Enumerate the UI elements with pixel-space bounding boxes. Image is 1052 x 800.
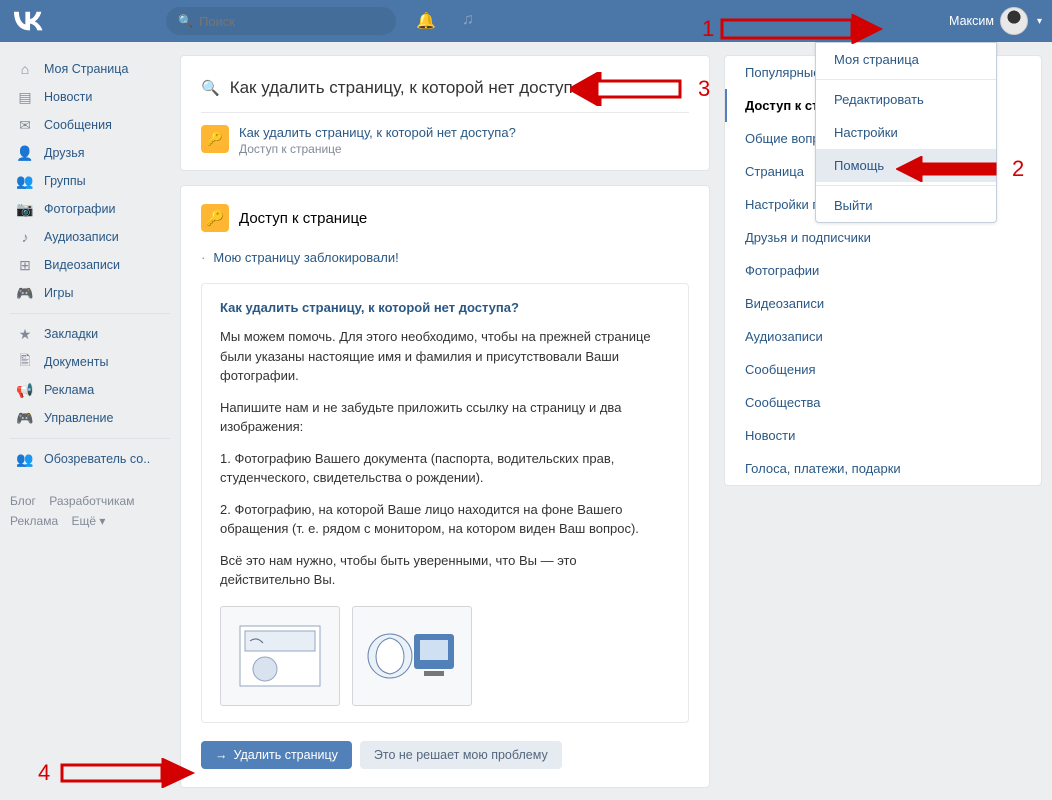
arrow-right-icon: → [215,748,228,762]
user-menu-trigger[interactable]: Максим ▾ [949,7,1042,35]
nav-messages[interactable]: ✉Сообщения [10,111,170,139]
user-dropdown: Моя страница Редактировать Настройки Пом… [815,42,997,223]
tab-groups[interactable]: Сообщества [725,386,1041,419]
footer-blog[interactable]: Блог [10,494,36,508]
annotation-4: 4 [38,758,196,788]
home-icon: ⌂ [16,61,34,77]
annotation-2: 2 [896,156,1024,182]
header-icons: 🔔 ♫ [416,11,474,31]
docs-icon: 🖺 [16,350,34,374]
photos-icon: 📷 [16,201,34,218]
nav-docs[interactable]: 🖺Документы [10,348,170,376]
dd-my-page[interactable]: Моя страница [816,43,996,76]
nav-video[interactable]: ⊞Видеозаписи [10,251,170,279]
result-title: Как удалить страницу, к которой нет дост… [239,125,516,140]
nav-ads[interactable]: 📢Реклама [10,376,170,404]
music-icon[interactable]: ♫ [462,11,474,31]
nav-browser[interactable]: 👥Обозреватель со.. [10,445,170,473]
news-icon: ▤ [16,89,34,106]
games-icon: 🎮 [16,285,34,302]
ads-icon: 📢 [16,382,34,399]
dd-settings[interactable]: Настройки [816,116,996,149]
search-icon: 🔍 [178,14,193,28]
search-result[interactable]: 🔑 Как удалить страницу, к которой нет до… [201,113,689,170]
annotation-3: 3 [570,72,710,106]
bell-icon[interactable]: 🔔 [416,11,436,31]
username-label: Максим [949,14,994,28]
nav-friends[interactable]: 👤Друзья [10,139,170,167]
tab-friends[interactable]: Друзья и подписчики [725,221,1041,254]
bookmark-icon: ★ [16,326,34,343]
header-search-input[interactable] [199,14,375,29]
nav-news[interactable]: ▤Новости [10,83,170,111]
top-header: 🔍 🔔 ♫ Максим ▾ [0,0,1052,42]
result-sub: Доступ к странице [239,142,516,156]
footer-more[interactable]: Ещё ▾ [71,514,105,528]
header-search[interactable]: 🔍 [166,7,396,35]
dd-logout[interactable]: Выйти [816,189,996,222]
messages-icon: ✉ [16,117,34,134]
audio-icon: ♪ [16,229,34,245]
content-heading: 🔑 Доступ к странице [201,204,689,232]
friends-icon: 👤 [16,145,34,162]
tab-messages[interactable]: Сообщения [725,353,1041,386]
not-solved-button[interactable]: Это не решает мою проблему [360,741,562,769]
footer-links: Блог Разработчикам Реклама Ещё ▾ [10,491,170,531]
sample-image-selfie [352,606,472,706]
nav-photos[interactable]: 📷Фотографии [10,195,170,223]
tab-payments[interactable]: Голоса, платежи, подарки [725,452,1041,485]
caret-icon: ▾ [1037,16,1042,27]
nav-games[interactable]: 🎮Игры [10,279,170,307]
article: Как удалить страницу, к которой нет дост… [201,283,689,723]
nav-groups[interactable]: 👥Группы [10,167,170,195]
dd-edit[interactable]: Редактировать [816,83,996,116]
nav-my-page[interactable]: ⌂Моя Страница [10,55,170,83]
annotation-1: 1 [702,14,884,44]
nav-audio[interactable]: ♪Аудиозаписи [10,223,170,251]
content-card: 🔑 Доступ к странице ·Мою страницу заблок… [180,185,710,788]
video-icon: ⊞ [16,257,34,274]
people-icon: 👥 [16,451,34,468]
footer-ads[interactable]: Реклама [10,514,58,528]
search-icon: 🔍 [201,79,220,97]
left-sidebar: ⌂Моя Страница ▤Новости ✉Сообщения 👤Друзь… [10,55,170,531]
tab-photos[interactable]: Фотографии [725,254,1041,287]
avatar [1000,7,1028,35]
footer-dev[interactable]: Разработчикам [49,494,134,508]
nav-manage[interactable]: 🎮Управление [10,404,170,432]
key-icon: 🔑 [201,204,229,232]
article-title: Как удалить страницу, к которой нет дост… [220,300,670,315]
sample-image-passport [220,606,340,706]
tab-audio[interactable]: Аудиозаписи [725,320,1041,353]
nav-bookmarks[interactable]: ★Закладки [10,320,170,348]
manage-icon: 🎮 [16,410,34,427]
tab-videos[interactable]: Видеозаписи [725,287,1041,320]
blocked-link[interactable]: Мою страницу заблокировали! [213,250,398,265]
vk-logo[interactable] [10,9,46,34]
key-icon: 🔑 [201,125,229,153]
delete-page-button[interactable]: →Удалить страницу [201,741,352,769]
tab-news[interactable]: Новости [725,419,1041,452]
groups-icon: 👥 [16,173,34,190]
